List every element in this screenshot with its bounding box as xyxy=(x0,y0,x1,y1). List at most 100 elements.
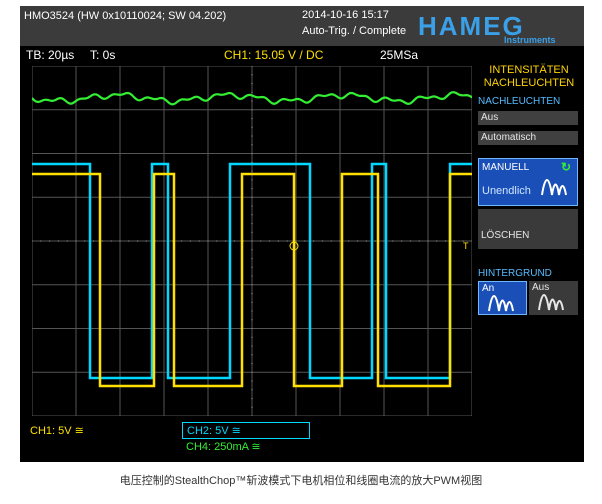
manuell-button[interactable]: MANUELL ↻ Unendlich xyxy=(478,158,578,206)
grid-dot xyxy=(128,240,130,242)
grid-dot xyxy=(163,240,165,242)
grid-dot xyxy=(119,240,121,242)
grid-dot xyxy=(251,327,253,330)
grid-dot xyxy=(321,240,324,242)
trigger-marker: T xyxy=(463,241,469,251)
timebase[interactable]: TB: 20µs xyxy=(26,48,74,62)
grid-dot xyxy=(251,406,253,409)
grid-dot xyxy=(180,240,183,242)
grid-dot xyxy=(233,240,236,242)
grid-dot xyxy=(251,178,253,181)
hameg-logo-sub: Instruments xyxy=(504,35,556,45)
grid-dot xyxy=(251,301,253,304)
grid-dot xyxy=(392,240,394,242)
grid-dot xyxy=(251,397,253,400)
channel-info-bar: CH1: 5V ≅ CH2: 5V ≅ CH4: 250mA ≅ xyxy=(20,418,472,462)
grid-dot xyxy=(32,240,33,242)
grid-dot xyxy=(251,257,253,260)
rotate-knob-icon: ↻ xyxy=(560,160,571,174)
grid-dot xyxy=(101,240,104,242)
grid-dot xyxy=(409,240,412,242)
grid-dot xyxy=(312,240,315,242)
background-off-button[interactable]: Aus xyxy=(529,281,578,315)
ch2-scale[interactable]: CH2: 5V ≅ xyxy=(182,422,310,439)
grid-dot xyxy=(251,345,253,347)
grid-dot xyxy=(48,240,51,242)
grid-dot xyxy=(75,240,77,242)
grid-dot xyxy=(251,371,253,374)
grid-dot xyxy=(251,318,253,321)
oscilloscope-screen: HMO3524 (HW 0x10110024; SW 04.202) 2014-… xyxy=(20,6,584,462)
grid-dot xyxy=(436,240,438,242)
grid-dot xyxy=(224,240,227,242)
option-automatisch[interactable]: Automatisch xyxy=(478,131,578,145)
grid-dot xyxy=(444,240,447,242)
grid-dot xyxy=(251,415,253,416)
grid-dot xyxy=(251,152,253,155)
grid-dot xyxy=(251,336,253,339)
grid-dot xyxy=(251,310,253,312)
grid-dot xyxy=(251,143,253,146)
grid-dot xyxy=(330,240,333,242)
grid-dot xyxy=(251,91,253,94)
grid-dot xyxy=(251,126,253,129)
grid-dot xyxy=(286,240,288,242)
grid-dot xyxy=(251,196,253,199)
grid-dot xyxy=(251,100,253,102)
grid-dot xyxy=(189,240,192,242)
grid-dot xyxy=(84,240,86,242)
waveform-icon xyxy=(538,294,564,311)
section-nachleuchten: NACHLEUCHTEN xyxy=(478,96,561,107)
grid-dot xyxy=(471,240,472,242)
grid-dot xyxy=(251,82,253,85)
grid-dot xyxy=(251,231,253,234)
grid-dot xyxy=(57,240,60,242)
grid-dot xyxy=(251,117,253,120)
ch1-scale[interactable]: CH1: 5V ≅ xyxy=(30,424,84,437)
bg-on-label: An xyxy=(482,283,495,294)
status-line: TB: 20µs T: 0s CH1: 15.05 V / DC 25MSa xyxy=(20,46,472,64)
grid-dot xyxy=(251,170,253,172)
grid-dot xyxy=(348,240,350,242)
grid-dot xyxy=(356,240,359,242)
header-bar: HMO3524 (HW 0x10110024; SW 04.202) 2014-… xyxy=(20,6,584,46)
grid-dot xyxy=(383,240,385,242)
grid-dot xyxy=(251,362,253,365)
device-model: HMO3524 (HW 0x10110024; SW 04.202) xyxy=(24,10,227,22)
grid-dot xyxy=(251,388,253,391)
section-hintergrund: HINTERGRUND xyxy=(478,268,552,279)
waveform-icon xyxy=(488,295,514,312)
grid-dot xyxy=(136,240,139,242)
menu-title: INTENSITÄTEN NACHLEUCHTEN xyxy=(483,64,575,89)
grid-dot xyxy=(251,380,253,382)
grid-dot xyxy=(251,353,253,356)
datetime: 2014-10-16 15:17 xyxy=(302,9,389,21)
grid-dot xyxy=(216,240,218,242)
grid-dot xyxy=(251,283,253,286)
manuell-value: Unendlich xyxy=(482,185,531,197)
waveform-plot: 1 2 T xyxy=(32,66,472,416)
trigger-time[interactable]: T: 0s xyxy=(90,48,115,62)
grid-dot xyxy=(304,240,306,242)
grid-dot xyxy=(418,240,421,242)
grid-dot xyxy=(400,240,403,242)
grid-dot xyxy=(251,240,253,242)
grid-dot xyxy=(374,240,377,242)
manuell-label: MANUELL xyxy=(482,162,530,173)
grid-dot xyxy=(66,240,68,242)
ch1-trigger-level[interactable]: CH1: 15.05 V / DC xyxy=(224,48,323,62)
grid-dot xyxy=(365,240,368,242)
option-aus[interactable]: Aus xyxy=(478,111,578,125)
ch4-scale[interactable]: CH4: 250mA ≅ xyxy=(186,440,261,453)
grid-dot xyxy=(251,73,253,76)
grid-dot xyxy=(339,240,341,242)
loeschen-button[interactable]: LÖSCHEN xyxy=(478,209,578,249)
grid-dot xyxy=(453,240,456,242)
grid-dot xyxy=(251,135,253,137)
grid-dot xyxy=(251,266,253,269)
persistence-menu: INTENSITÄTEN NACHLEUCHTEN NACHLEUCHTEN A… xyxy=(476,64,582,462)
figure-caption: 电压控制的StealthChop™斩波模式下电机相位和线圈电流的放大PWM视图 xyxy=(119,475,483,487)
background-on-button[interactable]: An xyxy=(478,281,527,315)
grid-dot xyxy=(251,205,253,207)
grid-dot xyxy=(295,240,297,242)
